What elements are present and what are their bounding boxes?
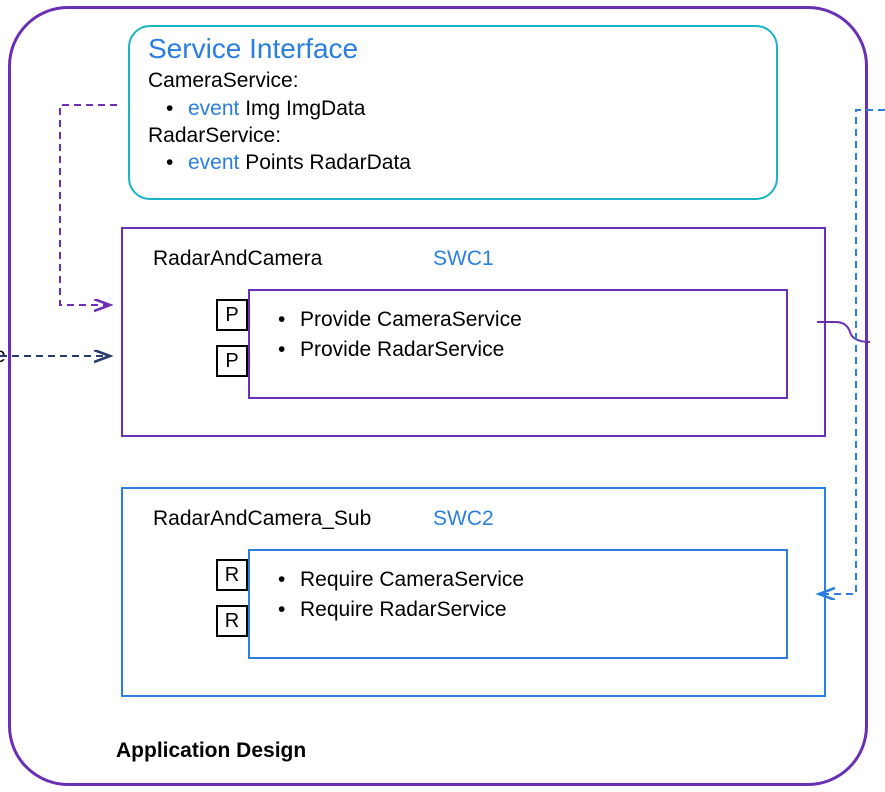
bullet-icon: • xyxy=(272,595,300,625)
bullet-icon: • xyxy=(148,149,188,176)
service-interface-box: Service Interface CameraService: • event… xyxy=(128,25,778,200)
application-design-container: Service Interface CameraService: • event… xyxy=(8,6,868,786)
swc2-port-r-1: R xyxy=(216,559,248,591)
bullet-icon: • xyxy=(148,95,188,122)
event-keyword: event xyxy=(188,97,239,120)
swc1-line2-service: RadarService xyxy=(377,338,504,361)
swc1-line2-prefix: Provide xyxy=(300,338,377,361)
swc2-line2-prefix: Require xyxy=(300,598,379,621)
swc1-box: RadarAndCamera SWC1 P P • Provide Camera… xyxy=(121,227,826,437)
swc1-line1-service: CameraService xyxy=(377,308,522,331)
camera-service-label: CameraService: xyxy=(148,67,758,94)
event-keyword: event xyxy=(188,151,239,174)
application-design-label: Application Design xyxy=(116,739,306,763)
swc1-port-p-2: P xyxy=(216,345,248,377)
swc2-line1-prefix: Require xyxy=(300,568,379,591)
radar-service-label: RadarService: xyxy=(148,122,758,149)
clipped-text: e xyxy=(0,344,6,368)
swc2-box: RadarAndCamera_Sub SWC2 R R • Require Ca… xyxy=(121,487,826,697)
swc2-name: RadarAndCamera_Sub xyxy=(153,507,371,531)
swc1-service-line-1: • Provide CameraService xyxy=(272,305,776,335)
bullet-icon: • xyxy=(272,335,300,365)
radar-service-event: • event Points RadarData xyxy=(148,149,758,176)
swc2-line2-service: RadarService xyxy=(379,598,506,621)
swc1-service-line-2: • Provide RadarService xyxy=(272,335,776,365)
swc2-services: • Require CameraService • Require RadarS… xyxy=(248,549,788,659)
swc1-port-p-1: P xyxy=(216,299,248,331)
swc1-tag: SWC1 xyxy=(433,247,494,271)
service-interface-title: Service Interface xyxy=(148,31,758,67)
camera-service-event: • event Img ImgData xyxy=(148,95,758,122)
swc2-service-line-2: • Require RadarService xyxy=(272,595,776,625)
camera-event-signature: Img ImgData xyxy=(239,97,365,120)
swc2-port-r-2: R xyxy=(216,605,248,637)
swc1-services: • Provide CameraService • Provide RadarS… xyxy=(248,289,788,399)
swc1-line1-prefix: Provide xyxy=(300,308,377,331)
bullet-icon: • xyxy=(272,305,300,335)
swc1-name: RadarAndCamera xyxy=(153,247,322,271)
swc2-service-line-1: • Require CameraService xyxy=(272,565,776,595)
swc2-line1-service: CameraService xyxy=(379,568,524,591)
radar-event-signature: Points RadarData xyxy=(239,151,411,174)
bullet-icon: • xyxy=(272,565,300,595)
swc2-tag: SWC2 xyxy=(433,507,494,531)
